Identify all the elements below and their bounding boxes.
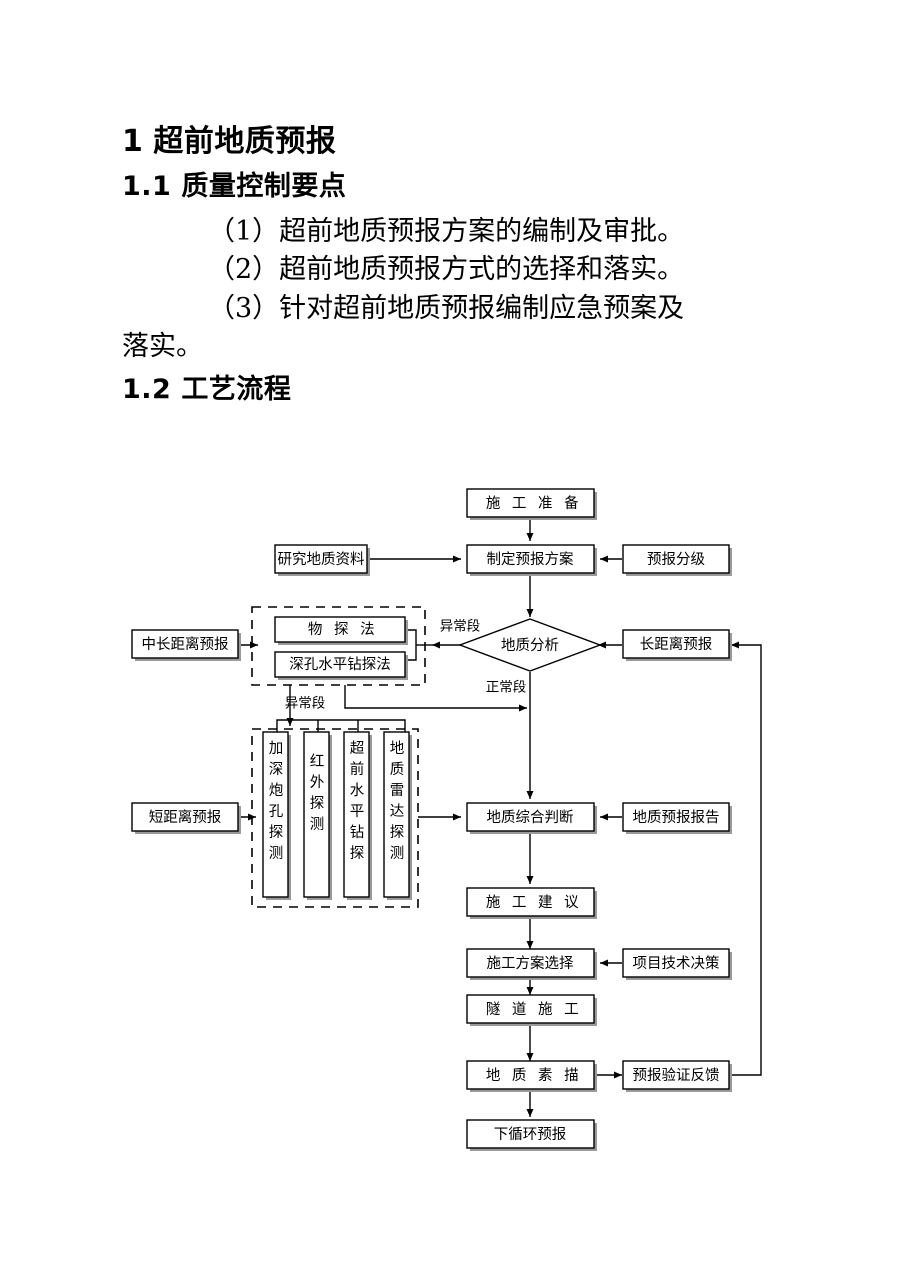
node-comprehensive-geo-judgment-label: 地质综合判断 [487,809,574,826]
node-short-distance-forecast-label: 短距离预报 [149,809,222,826]
node-geophysical-method-label: 物 探 法 [308,621,378,638]
node-geo-analysis[interactable]: 地质分析 [457,618,603,672]
node-construction-plan-selection[interactable]: 施工方案选择 [466,948,597,980]
node-deep-hole-horizontal-drilling-method[interactable]: 深孔水平钻探法 [274,651,408,680]
node-project-technical-decision-label: 项目技术决策 [633,955,720,972]
node-mid-long-distance-forecast-label: 中长距离预报 [142,636,229,653]
node-deep-hole-horizontal-drilling-method-label: 深孔水平钻探法 [289,656,391,673]
paragraph-item-2: （2）超前地质预报方式的选择和落实。 [208,254,685,286]
node-construction-suggestion[interactable]: 施 工 建 议 [466,887,597,919]
edge-label-normal-section: 正常段 [486,680,527,696]
node-next-cycle-forecast-label: 下循环预报 [494,1126,567,1143]
paragraph-item-3: （3）针对超前地质预报编制应急预案及 [208,292,685,324]
node-geo-forecast-report-label: 地质预报报告 [633,809,720,826]
node-infrared-detection[interactable]: 红外探测 [303,731,332,900]
node-construction-prep-label: 施 工 准 备 [486,495,582,512]
node-long-distance-forecast-label: 长距离预报 [640,636,713,653]
node-comprehensive-geo-judgment[interactable]: 地质综合判断 [466,802,597,834]
node-forecast-verification-feedback-label: 预报验证反馈 [633,1067,720,1084]
node-project-technical-decision[interactable]: 项目技术决策 [622,948,732,980]
document-text-block: 1 超前地质预报 1.1 质量控制要点 （1）超前地质预报方案的编制及审批。 （2）… [122,122,812,417]
node-make-forecast-plan-label: 制定预报方案 [487,550,574,568]
node-construction-prep[interactable]: 施 工 准 备 [466,488,597,520]
node-study-geo-data[interactable]: 研究地质资料 [274,544,370,576]
node-construction-suggestion-label: 施 工 建 议 [486,894,582,911]
node-mid-long-distance-forecast[interactable]: 中长距离预报 [131,629,241,661]
node-forecast-verification-feedback[interactable]: 预报验证反馈 [622,1060,732,1092]
heading-1-2: 1.2 工艺流程 [122,372,812,408]
node-geophysical-method[interactable]: 物 探 法 [274,616,408,645]
heading-1: 1 超前地质预报 [122,122,812,163]
paragraph-item-3-continuation: 落实。 [122,330,203,362]
node-construction-plan-selection-label: 施工方案选择 [487,954,574,972]
node-geo-analysis-label: 地质分析 [501,637,559,654]
heading-1-1-title: 质量控制要点 [181,170,347,202]
node-next-cycle-forecast[interactable]: 下循环预报 [466,1119,597,1151]
document-page: 1 超前地质预报 1.1 质量控制要点 （1）超前地质预报方案的编制及审批。 （2）… [0,0,920,1279]
node-forecast-grading-label: 预报分级 [647,551,705,568]
heading-1-2-number: 1.2 [122,374,172,406]
heading-1-title: 超前地质预报 [153,124,337,159]
edge-label-abnormal-section-lower: 异常段 [285,696,326,712]
node-tunnel-construction-label: 隧 道 施 工 [486,1001,582,1018]
node-study-geo-data-label: 研究地质资料 [278,551,365,568]
node-short-distance-forecast[interactable]: 短距离预报 [131,802,241,834]
node-geological-radar-detection[interactable]: 地质雷达探测 [383,731,412,900]
paragraph-item-1: （1）超前地质预报方案的编制及审批。 [208,215,685,247]
heading-1-1: 1.1 质量控制要点 [122,169,812,205]
heading-1-number: 1 [122,124,144,159]
node-geological-sketch-label: 地 质 素 描 [486,1067,582,1084]
node-long-distance-forecast[interactable]: 长距离预报 [622,629,732,661]
node-tunnel-construction[interactable]: 隧 道 施 工 [466,994,597,1026]
node-advance-horizontal-drilling[interactable]: 超前水平钻探 [343,731,372,900]
node-forecast-grading[interactable]: 预报分级 [622,544,732,576]
heading-1-2-title: 工艺流程 [181,374,292,406]
heading-1-1-number: 1.1 [122,170,172,202]
edge-label-abnormal-section-upper: 异常段 [440,619,481,635]
process-flowchart: 施 工 准 备 研究地质资料 制定预报方案 预报分级 地质分析 中长距离预报 长… [0,470,920,1160]
node-geo-forecast-report[interactable]: 地质预报报告 [622,802,732,834]
node-make-forecast-plan[interactable]: 制定预报方案 [466,544,597,576]
node-geological-sketch[interactable]: 地 质 素 描 [466,1060,597,1092]
node-deepened-blasthole-detection[interactable]: 加深炮孔探测 [262,731,291,900]
